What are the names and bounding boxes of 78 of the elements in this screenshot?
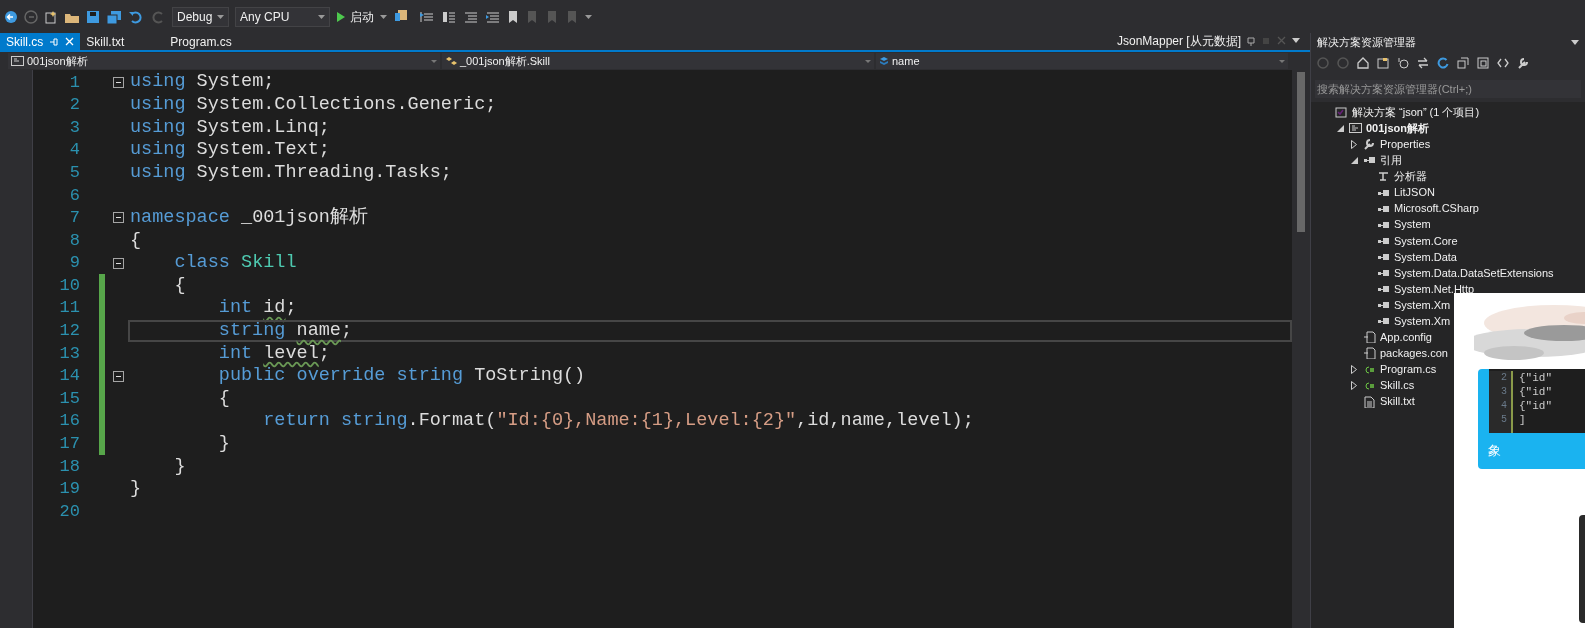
tree-item[interactable]: 引用 (1380, 152, 1402, 169)
code-line: int id; (217, 296, 297, 321)
tree-item[interactable]: packages.con (1380, 345, 1448, 362)
member-dropdown[interactable]: name (876, 53, 1288, 69)
tree-item[interactable]: App.config (1380, 329, 1432, 346)
line-number: 20 (58, 500, 80, 523)
line-number: 4 (1501, 399, 1507, 413)
tree-item[interactable]: System.Xm (1394, 296, 1451, 314)
line-number: 1 (68, 71, 80, 94)
line-number: 7 (68, 207, 80, 230)
code-line: {"id" (1519, 385, 1552, 399)
panel-title: 解决方案资源管理器 (1317, 35, 1416, 51)
code-line: } (217, 431, 230, 456)
line-number: 16 (58, 410, 80, 433)
tree-item[interactable]: System (1394, 216, 1431, 233)
line-number: 18 (58, 455, 80, 478)
tree-item[interactable]: System.Data (1394, 248, 1457, 266)
code-line: { (217, 386, 230, 411)
code-line: ] (1519, 413, 1527, 427)
line-number: 13 (58, 342, 80, 365)
tree-item[interactable]: Microsoft.CSharp (1394, 200, 1479, 217)
tree-item[interactable]: Skill.txt (1380, 393, 1415, 410)
code-line: using System.Linq; (130, 115, 330, 140)
code-line: {"id" (1519, 399, 1552, 413)
tree-item[interactable]: System.Core (1394, 232, 1458, 250)
line-number: 4 (68, 139, 80, 162)
code-line: { (173, 273, 186, 298)
file-tab[interactable]: Skill.cs (0, 33, 81, 50)
code-line: using System.Text; (130, 138, 330, 163)
line-number: 14 (58, 365, 80, 388)
code-line: using System.Collections.Generic; (130, 93, 497, 117)
line-number: 2 (1501, 371, 1507, 385)
line-number: 5 (68, 161, 80, 184)
code-line: string name; (217, 318, 353, 343)
code-line: using System; (130, 70, 275, 95)
line-number: 19 (58, 478, 80, 501)
code-line: { (130, 228, 142, 253)
line-number: 2 (68, 94, 80, 117)
configuration-dropdown[interactable]: Debug (172, 6, 229, 27)
line-number: 11 (58, 297, 80, 320)
tree-item[interactable]: Skill.cs (1380, 377, 1415, 394)
line-number: 17 (58, 433, 80, 456)
card-caption: 象 (1488, 442, 1501, 460)
type-dropdown[interactable]: _001json解析.Skill (442, 53, 874, 69)
tree-item[interactable]: 分析器 (1394, 168, 1427, 185)
tree-item[interactable]: System.Data.DataSetExtensions (1394, 264, 1554, 282)
tree-item[interactable]: System.Xm (1394, 313, 1451, 330)
code-line: } (173, 454, 186, 479)
tree-item[interactable]: 解决方案 “json” (1 个项目) (1352, 103, 1480, 121)
tree-item[interactable]: LitJSON (1394, 184, 1435, 201)
tree-item[interactable]: System.Net.Http (1394, 280, 1475, 298)
code-line: public override string ToString() (217, 364, 586, 389)
tree-item[interactable]: 001json解析 (1366, 119, 1429, 137)
code-line: int level; (217, 341, 330, 366)
file-tab[interactable]: Skill.txt (80, 33, 165, 50)
line-number: 6 (68, 184, 80, 207)
start-button[interactable]: 启动 (336, 7, 374, 26)
tree-item[interactable]: Program.cs (1380, 361, 1437, 378)
code-line: return string.Format("Id:{0},Name:{1},Level:{2}",id,name,level); (262, 409, 974, 434)
line-number: 10 (58, 274, 80, 297)
file-tab[interactable]: Program.cs (164, 33, 272, 50)
code-line: using System.Threading.Tasks; (130, 160, 452, 185)
line-number: 5 (1501, 413, 1507, 427)
line-number: 3 (68, 116, 80, 139)
line-number: 9 (68, 252, 80, 275)
tree-item[interactable]: Properties (1380, 136, 1431, 153)
code-line: class Skill (173, 251, 297, 276)
code-line: } (130, 477, 142, 502)
line-number: 3 (1501, 385, 1507, 399)
platform-dropdown[interactable]: Any CPU (235, 6, 330, 27)
search-field[interactable]: 搜索解决方案资源管理器(Ctrl+;) (1315, 80, 1581, 98)
line-number: 8 (68, 229, 80, 252)
line-number: 12 (58, 320, 80, 343)
line-number: 15 (58, 387, 80, 410)
code-line: namespace _001json解析 (130, 205, 368, 230)
preview-tab[interactable]: JsonMapper [从元数据] (1116, 31, 1241, 50)
project-dropdown[interactable]: 001json解析 (8, 53, 440, 69)
code-line: {"id" (1519, 371, 1552, 385)
